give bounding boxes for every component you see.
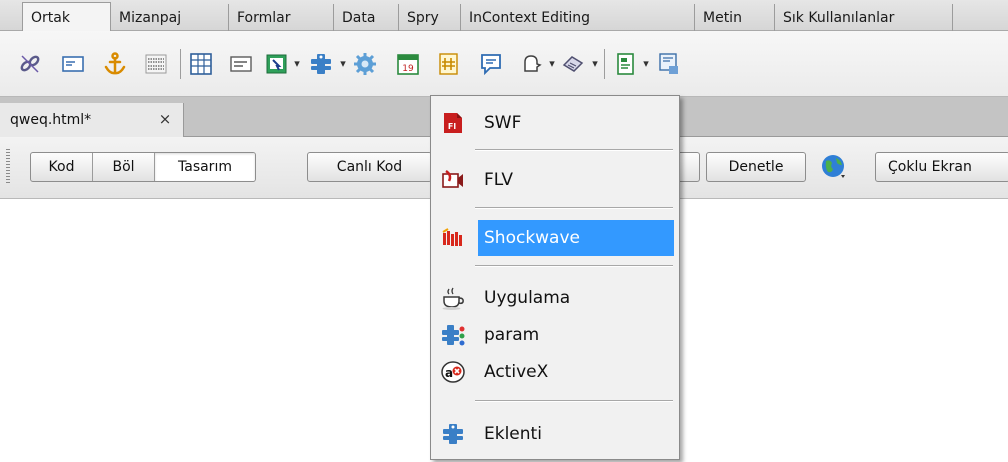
tab-incontext-editing[interactable]: InContext Editing: [461, 4, 695, 31]
svg-text:Fl: Fl: [448, 122, 456, 131]
live-view-button[interactable]: [680, 152, 700, 182]
named-anchor-icon[interactable]: [102, 51, 128, 77]
plugin-icon: [440, 421, 466, 447]
tab-ortak[interactable]: Ortak: [22, 2, 111, 32]
close-icon[interactable]: ×: [157, 111, 173, 127]
live-code-button[interactable]: Canlı Kod: [307, 152, 432, 182]
menu-item-label: Shockwave: [478, 220, 674, 256]
svg-text:19: 19: [402, 64, 414, 74]
head-icon[interactable]: [519, 51, 545, 77]
menu-item-label: param: [484, 325, 540, 345]
images-dropdown-arrow[interactable]: ▾: [292, 58, 302, 69]
activex-icon: a: [440, 359, 466, 385]
split-view-button[interactable]: Böl: [93, 153, 155, 181]
tag-chooser-icon[interactable]: [656, 51, 682, 77]
menu-separator: [475, 400, 673, 402]
multiscreen-button[interactable]: Çoklu Ekran: [875, 152, 1008, 182]
horizontal-rule-icon[interactable]: [143, 51, 169, 77]
document-tab-label: qweq.html*: [10, 112, 92, 128]
menu-separator: [475, 207, 673, 209]
menu-item-shockwave[interactable]: Shockwave: [434, 220, 674, 256]
menu-item-flv[interactable]: FLV: [434, 162, 674, 198]
tab-spry[interactable]: Spry: [399, 4, 461, 31]
document-tab[interactable]: qweq.html* ×: [0, 103, 184, 137]
tab-data[interactable]: Data: [334, 4, 399, 31]
inspect-button[interactable]: Denetle: [706, 152, 806, 182]
div-icon[interactable]: [228, 51, 254, 77]
script-icon[interactable]: [560, 51, 586, 77]
separator: [604, 49, 605, 79]
widget-icon[interactable]: [352, 51, 378, 77]
flv-icon: [440, 167, 466, 193]
menu-item-swf[interactable]: Fl SWF: [434, 105, 674, 141]
email-link-icon[interactable]: [60, 51, 86, 77]
templates-icon[interactable]: [613, 51, 639, 77]
hyperlink-icon[interactable]: [17, 51, 43, 77]
insert-bar: ▾ ▾ 19 ▾ ▾ ▾: [0, 31, 1008, 97]
separator: [180, 49, 181, 79]
script-dropdown-arrow[interactable]: ▾: [590, 58, 600, 69]
param-icon: [440, 322, 466, 348]
date-icon[interactable]: 19: [395, 51, 421, 77]
menu-item-label: Uygulama: [484, 288, 571, 308]
menu-item-applet[interactable]: Uygulama: [434, 280, 674, 316]
comment-icon[interactable]: [478, 51, 504, 77]
tab-formlar[interactable]: Formlar: [229, 4, 334, 31]
browser-preview-icon[interactable]: [820, 153, 848, 181]
menu-separator: [475, 149, 673, 151]
toolbar-grip[interactable]: [6, 149, 10, 185]
table-icon[interactable]: [188, 51, 214, 77]
insert-category-tabs: Ortak Mizanpaj Formlar Data Spry InConte…: [0, 0, 1008, 32]
svg-text:a: a: [445, 366, 453, 380]
menu-separator: [475, 265, 673, 267]
menu-item-label: SWF: [484, 113, 522, 133]
templates-dropdown-arrow[interactable]: ▾: [641, 58, 651, 69]
swf-icon: Fl: [440, 110, 466, 136]
menu-item-label: FLV: [484, 170, 514, 190]
menu-item-label: ActiveX: [484, 362, 549, 382]
server-side-include-icon[interactable]: [436, 51, 462, 77]
menu-item-activex[interactable]: a ActiveX: [434, 354, 674, 390]
tab-metin[interactable]: Metin: [695, 4, 775, 31]
tab-mizanpaj[interactable]: Mizanpaj: [111, 4, 229, 31]
media-dropdown-menu: Fl SWF FLV Shockwave Uygulama param a Ac…: [430, 95, 680, 460]
design-view-button[interactable]: Tasarım: [155, 153, 255, 181]
menu-item-plugin[interactable]: Eklenti: [434, 416, 674, 452]
code-view-button[interactable]: Kod: [31, 153, 93, 181]
java-applet-icon: [440, 285, 466, 311]
head-dropdown-arrow[interactable]: ▾: [547, 58, 557, 69]
media-dropdown-arrow[interactable]: ▾: [338, 58, 348, 69]
menu-item-param[interactable]: param: [434, 317, 674, 353]
view-mode-group: Kod Böl Tasarım: [30, 152, 256, 182]
shockwave-icon: [440, 225, 466, 251]
media-plugin-icon[interactable]: [308, 51, 334, 77]
menu-item-label: Eklenti: [484, 424, 542, 444]
tab-sik-kullanilanlar[interactable]: Sık Kullanılanlar: [775, 4, 953, 31]
images-icon[interactable]: [264, 51, 290, 77]
